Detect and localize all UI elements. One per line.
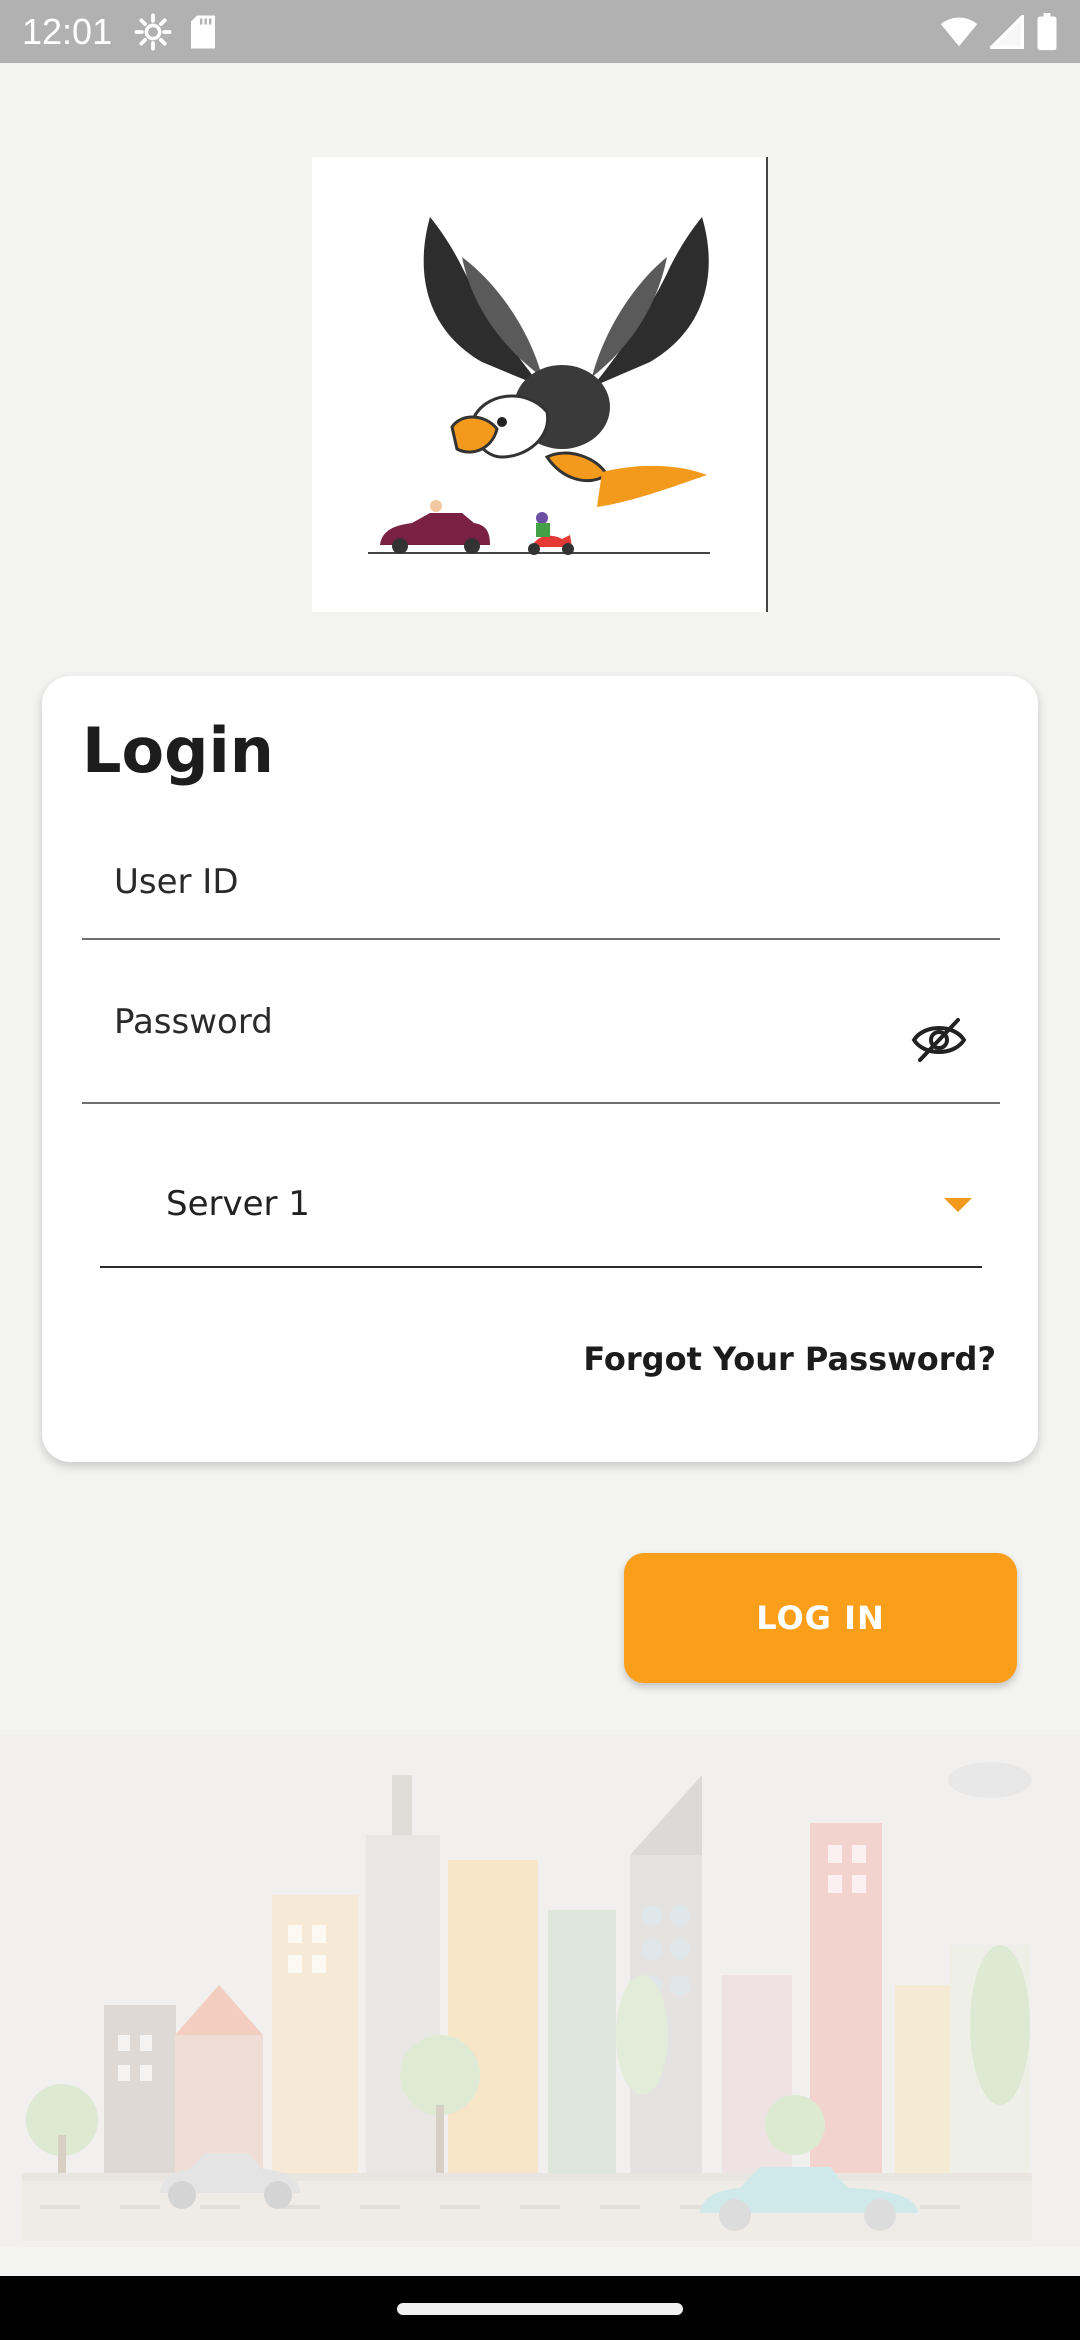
- eagle-logo: [368, 217, 710, 555]
- home-gesture-handle[interactable]: [397, 2303, 683, 2315]
- status-icons-left: [134, 12, 218, 51]
- dropdown-arrow-icon[interactable]: [944, 1198, 972, 1212]
- login-card: Login User ID Password Server 1 Forgot Y…: [42, 676, 1038, 1462]
- password-field[interactable]: Password: [82, 976, 1000, 1104]
- battery-icon: [1037, 12, 1057, 50]
- server-select-value: Server 1: [166, 1184, 310, 1224]
- wifi-icon: [940, 17, 978, 46]
- settings-icon: [134, 12, 172, 51]
- user-id-label: User ID: [114, 862, 239, 902]
- eye-off-icon[interactable]: [910, 1014, 968, 1066]
- page-title: Login: [82, 714, 274, 787]
- status-bar: 12:01: [0, 0, 1080, 63]
- password-label: Password: [114, 1002, 273, 1042]
- city-skyline-image: [22, 1762, 1032, 2241]
- signal-icon: [990, 14, 1024, 49]
- status-time: 12:01: [22, 10, 113, 52]
- app-logo: [312, 157, 768, 612]
- city-illustration: [0, 1735, 1080, 2247]
- server-select[interactable]: Server 1: [100, 1134, 982, 1268]
- login-button[interactable]: LOG IN: [624, 1553, 1017, 1683]
- sd-card-icon: [191, 15, 216, 48]
- user-id-field[interactable]: User ID: [82, 834, 1000, 940]
- forgot-password-link[interactable]: Forgot Your Password?: [583, 1340, 996, 1378]
- status-icons-right: [940, 12, 1058, 51]
